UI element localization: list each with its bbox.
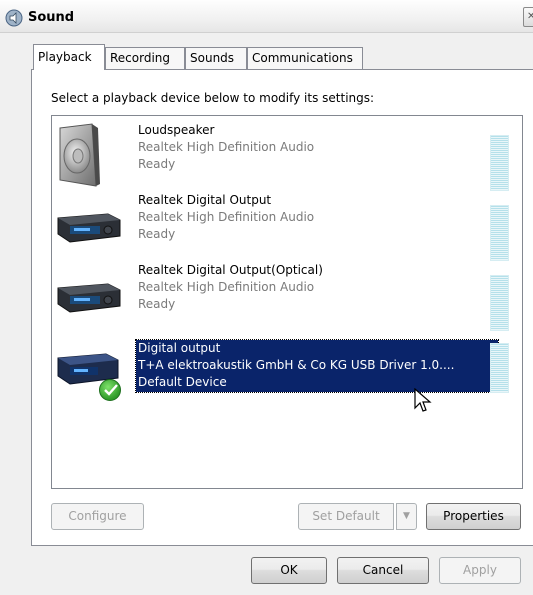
sound-dialog: Sound ✕ Playback Recording Sounds Commun… [0,0,533,595]
device-driver: Realtek High Definition Audio [138,210,315,224]
properties-button[interactable]: Properties [426,503,521,530]
tab-recording[interactable]: Recording [105,47,185,69]
tab-playback-label: Playback [38,50,92,64]
device-name: Realtek Digital Output(Optical) [138,263,323,277]
device-name: Digital output [138,341,221,355]
tab-recording-label: Recording [110,51,171,65]
device-name: Realtek Digital Output [138,193,272,207]
set-default-button[interactable]: Set Default [298,503,394,530]
device-text-loudspeaker: Loudspeaker Realtek High Definition Audi… [136,122,498,174]
device-status: Ready [138,157,176,171]
device-text-digital-output: Digital output T+A elektroakustik GmbH &… [135,339,499,393]
device-list[interactable]: Loudspeaker Realtek High Definition Audi… [51,115,523,489]
device-item-loudspeaker[interactable]: Loudspeaker Realtek High Definition Audi… [52,122,522,192]
cancel-button[interactable]: Cancel [337,557,429,584]
volume-level-meter [490,135,509,191]
volume-level-meter [490,205,509,261]
tab-communications[interactable]: Communications [247,47,363,69]
device-status: Ready [138,227,176,241]
digital-output-icon [57,353,119,385]
configure-button[interactable]: Configure [51,503,144,530]
digital-output-icon [57,213,121,243]
mouse-pointer-icon [414,388,432,412]
title-bar[interactable]: Sound ✕ [0,0,533,33]
set-default-dropdown-button[interactable]: ▼ [396,503,417,530]
ok-button[interactable]: OK [251,557,327,584]
tab-communications-label: Communications [252,51,353,65]
device-item-digital-output[interactable]: Digital output T+A elektroakustik GmbH &… [52,339,522,410]
instruction-text: Select a playback device below to modify… [51,91,375,105]
device-status: Ready [138,297,176,311]
checkmark-icon [104,384,118,396]
chevron-down-icon: ▼ [403,511,410,521]
device-item-realtek-digital-output-optical[interactable]: Realtek Digital Output(Optical) Realtek … [52,262,522,332]
apply-button[interactable]: Apply [439,557,521,584]
digital-output-icon [57,283,121,313]
device-name: Loudspeaker [138,123,215,137]
tab-sounds-label: Sounds [190,51,235,65]
device-text-realtek-digital-output-optical: Realtek Digital Output(Optical) Realtek … [136,262,498,314]
device-status: Default Device [138,375,227,389]
device-driver: Realtek High Definition Audio [138,140,315,154]
tab-playback[interactable]: Playback [33,44,105,70]
device-text-realtek-digital-output: Realtek Digital Output Realtek High Defi… [136,192,498,244]
device-item-realtek-digital-output[interactable]: Realtek Digital Output Realtek High Defi… [52,192,522,262]
volume-level-meter [490,343,509,393]
close-button[interactable]: ✕ [523,7,533,27]
tab-sounds[interactable]: Sounds [185,47,247,69]
speaker-icon [59,123,100,187]
volume-level-meter [490,275,509,331]
device-driver: Realtek High Definition Audio [138,280,315,294]
speaker-app-icon [5,9,23,27]
device-driver: T+A elektroakustik GmbH & Co KG USB Driv… [138,358,455,372]
window-title: Sound [28,10,75,25]
